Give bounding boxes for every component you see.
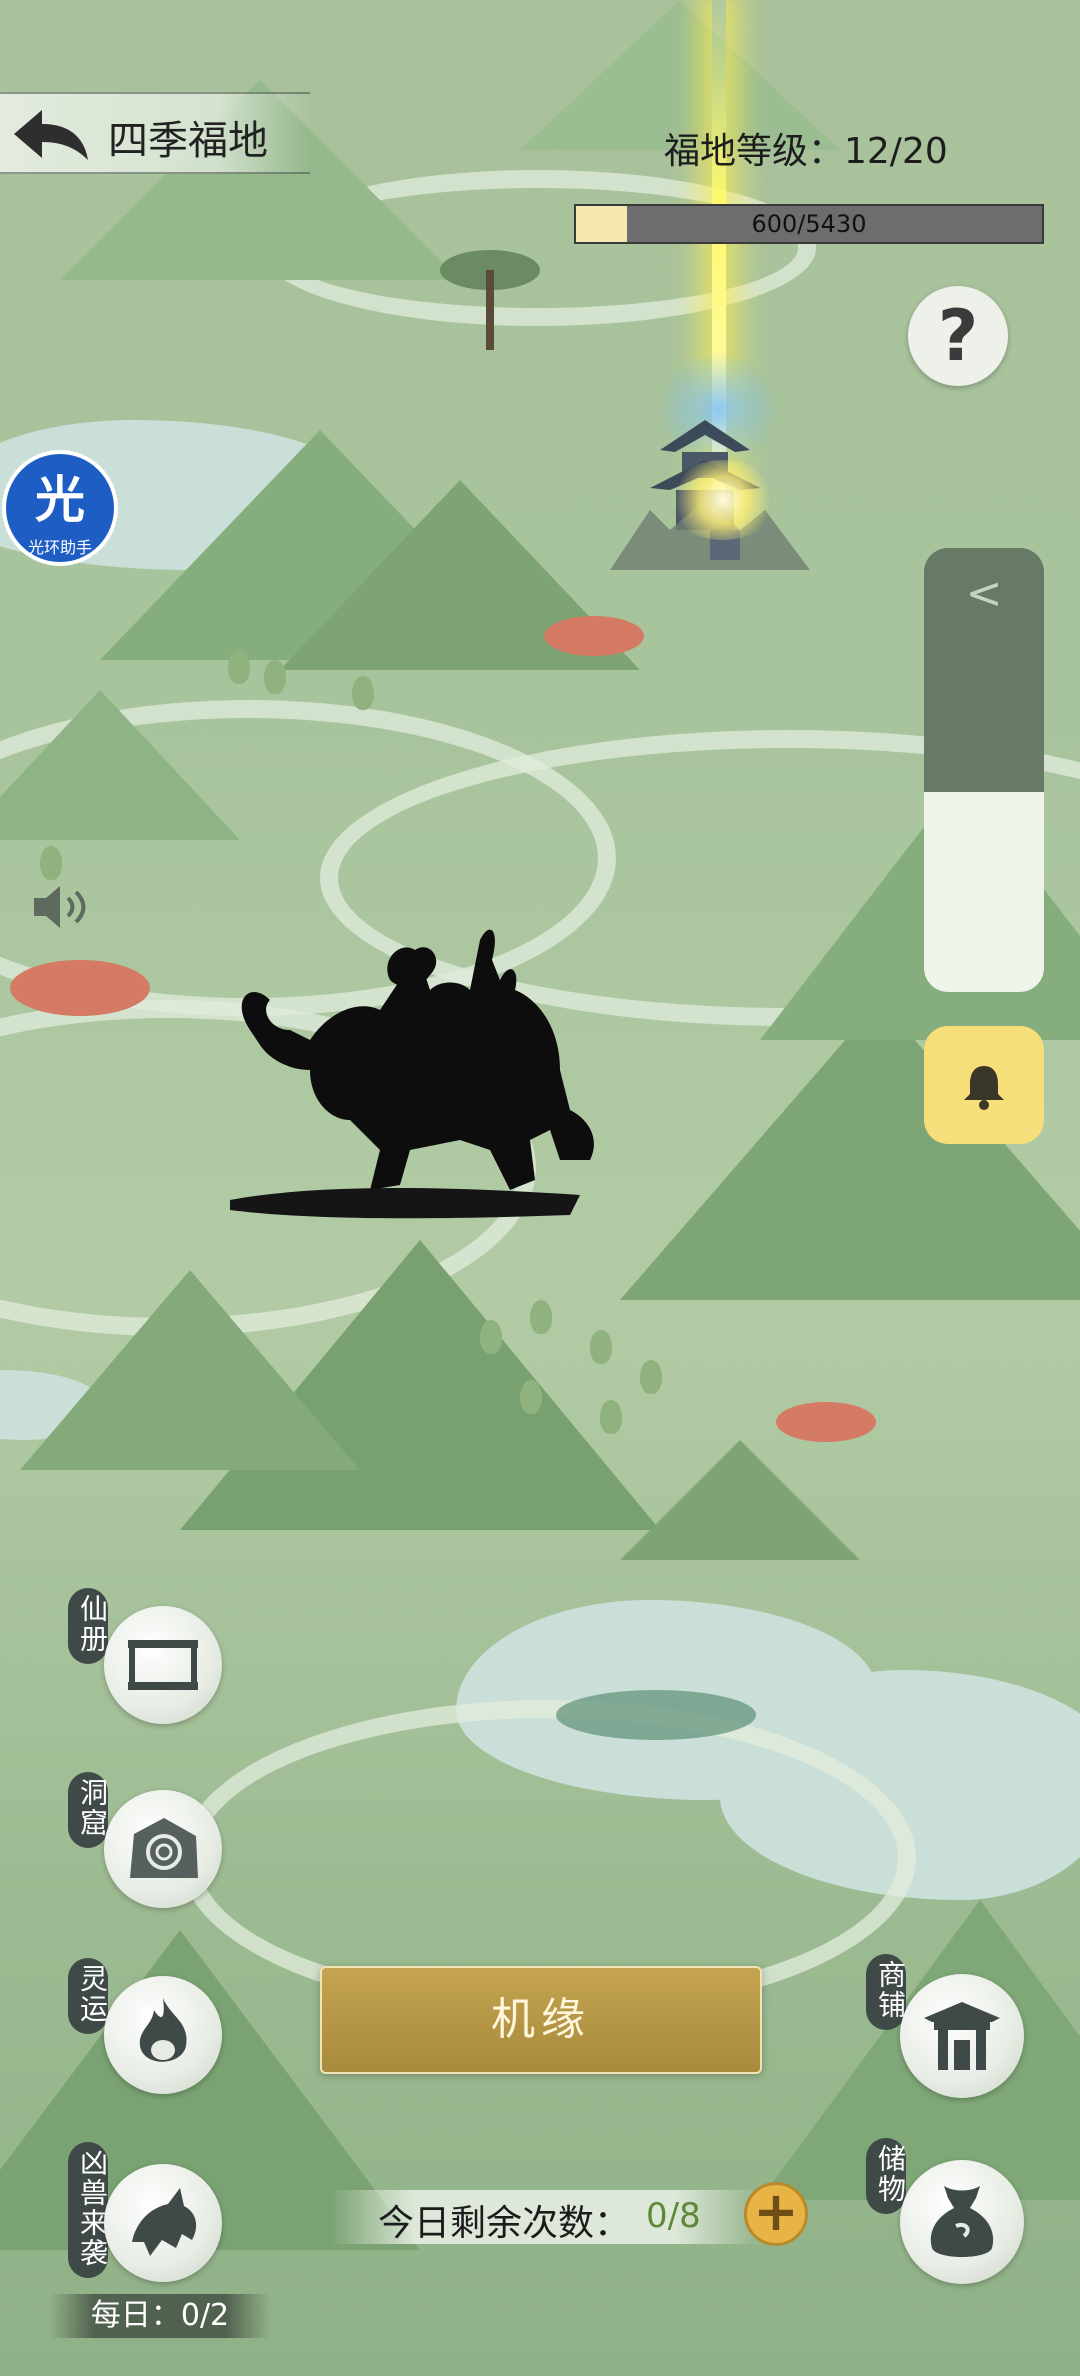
remain-label: 今日剩余次数：	[378, 2203, 631, 2244]
menu-label: 商铺	[866, 1954, 907, 2030]
storage-bag-icon	[900, 2160, 1024, 2284]
right-menu-item-1[interactable]: 储物	[860, 2138, 1030, 2288]
left-menu-item-1[interactable]: 洞窟	[60, 1772, 230, 1912]
menu-label: 灵运	[68, 1958, 109, 2034]
right-menu-item-0[interactable]: 商铺	[860, 1954, 1030, 2104]
remain-value: 0/8	[646, 2196, 701, 2236]
beast-silhouette[interactable]	[230, 920, 630, 1240]
spirit-flame-icon	[104, 1976, 222, 2094]
assistant-badge[interactable]: 光 光环助手	[2, 450, 118, 566]
assistant-label: 光环助手	[27, 538, 92, 557]
menu-label: 储物	[866, 2138, 907, 2214]
speaker-icon[interactable]	[30, 882, 90, 932]
scroll-frame-icon	[104, 1606, 222, 1724]
notification-button[interactable]	[924, 1026, 1044, 1144]
jiyuan-button[interactable]: 机缘	[320, 1966, 762, 2074]
cave-icon	[104, 1790, 222, 1908]
menu-label: 凶兽来袭	[68, 2142, 109, 2278]
help-button[interactable]: ?	[908, 286, 1008, 386]
level-label: 福地等级：12/20	[664, 131, 948, 172]
left-menu-item-0[interactable]: 仙册	[60, 1588, 230, 1728]
back-arrow-icon[interactable]	[12, 106, 92, 162]
left-menu-item-2[interactable]: 灵运	[60, 1958, 230, 2098]
left-menu-item-3[interactable]: 凶兽来袭	[60, 2142, 230, 2302]
pagoda-flash	[668, 460, 778, 540]
collapse-chevron-icon[interactable]: <	[924, 568, 1044, 619]
header-bar: 四季福地	[0, 92, 310, 174]
question-icon: ?	[937, 295, 979, 377]
page-title: 四季福地	[108, 118, 268, 164]
volume-panel[interactable]: <	[924, 548, 1044, 992]
menu-label: 仙册	[68, 1588, 109, 1664]
exp-progress-bar: 600/5430	[574, 204, 1044, 244]
exp-progress-text: 600/5430	[751, 210, 867, 238]
beast-icon	[104, 2164, 222, 2282]
daily-count: 每日：0/2	[50, 2294, 270, 2338]
shop-gate-icon	[900, 1974, 1024, 2098]
assistant-glyph: 光	[35, 471, 85, 529]
add-attempts-button[interactable]: +	[744, 2182, 808, 2246]
volume-fill	[924, 792, 1044, 992]
menu-label: 洞窟	[68, 1772, 109, 1848]
bell-icon	[964, 1066, 1004, 1110]
